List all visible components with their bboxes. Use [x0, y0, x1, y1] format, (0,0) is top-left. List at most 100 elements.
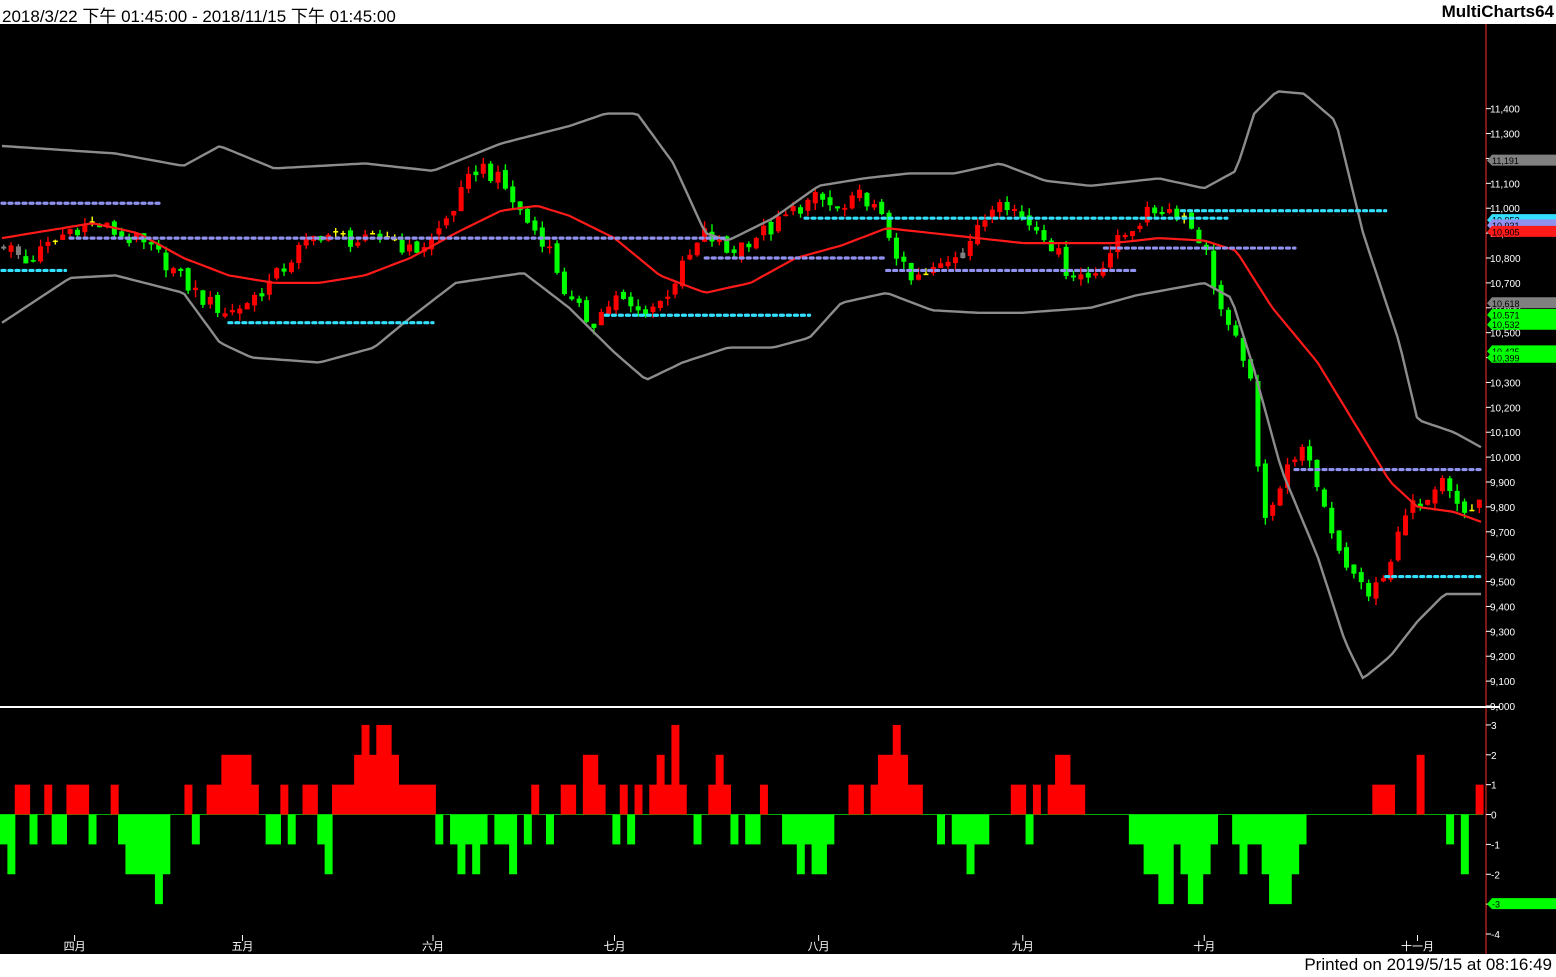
osc-bar — [1187, 814, 1196, 905]
candle-body — [510, 186, 516, 203]
candle-body — [466, 173, 472, 189]
osc-bar — [376, 724, 385, 815]
osc-bar — [959, 814, 968, 845]
osc-bar — [265, 814, 274, 845]
osc-bar — [715, 754, 724, 815]
osc-bar — [29, 814, 38, 845]
osc-bar — [855, 784, 864, 815]
osc-bar — [914, 784, 923, 815]
osc-bar — [450, 814, 459, 845]
candle-body — [576, 298, 582, 303]
osc-bar — [627, 814, 636, 845]
osc-bar — [531, 784, 540, 815]
osc-bar — [132, 814, 141, 875]
price-tick-label: 11,100 — [1490, 179, 1520, 190]
osc-bar — [88, 814, 97, 845]
candle-body — [1, 246, 7, 249]
osc-bar — [1291, 814, 1300, 875]
candle-body — [739, 242, 744, 257]
osc-bar — [1246, 814, 1255, 845]
candle-body — [443, 218, 449, 226]
candle-body — [1329, 507, 1335, 534]
osc-bar — [1387, 784, 1396, 815]
osc-bar — [272, 814, 281, 845]
osc-bar — [147, 814, 156, 875]
price-tick-label: 11,000 — [1490, 204, 1520, 215]
candle-body — [1174, 208, 1180, 218]
osc-bar — [110, 784, 119, 815]
candle-body — [495, 171, 501, 183]
osc-bar — [811, 814, 820, 875]
osc-tick-label: -2 — [1491, 870, 1500, 881]
osc-bar — [981, 814, 990, 845]
price-tick-label: 10,500 — [1490, 329, 1521, 340]
candle-body — [1071, 275, 1077, 278]
price-tick-label: 10,800 — [1490, 254, 1521, 265]
osc-bar — [1018, 784, 1027, 815]
candle-body — [1233, 325, 1239, 336]
osc-bar — [973, 814, 982, 845]
price-tick-label: 11,300 — [1490, 130, 1520, 141]
candle-body — [1152, 207, 1158, 214]
osc-bar — [634, 784, 643, 815]
osc-bar — [51, 814, 60, 845]
osc-bar — [900, 754, 909, 815]
candle-body — [38, 246, 44, 262]
candle-body — [45, 241, 51, 246]
osc-bar — [221, 754, 230, 815]
candle-body — [1137, 225, 1143, 229]
candle-body — [753, 238, 759, 249]
osc-bar — [907, 784, 916, 815]
candle-body — [473, 171, 479, 176]
osc-bar — [804, 814, 813, 845]
candle-body — [650, 306, 656, 313]
osc-bar — [243, 754, 252, 815]
osc-bar — [339, 784, 348, 815]
osc-tick-label: -4 — [1491, 930, 1500, 941]
osc-bar — [1202, 814, 1211, 875]
month-label: 五月 — [231, 941, 253, 953]
osc-bar — [287, 814, 296, 845]
candle-body — [185, 268, 191, 291]
candle-body — [1454, 490, 1460, 504]
osc-tick-label: 1 — [1491, 781, 1497, 792]
osc-bar — [649, 784, 658, 815]
osc-bar — [154, 814, 163, 905]
candle-body — [1403, 515, 1409, 536]
candle-body — [1292, 459, 1298, 463]
osc-bar — [1239, 814, 1248, 875]
candle-body — [746, 243, 752, 248]
candle-body — [399, 239, 405, 253]
candle-body — [200, 290, 206, 305]
osc-bar — [73, 784, 82, 815]
candle-body — [296, 244, 302, 264]
osc-bar — [309, 784, 318, 815]
candle-body — [879, 201, 885, 214]
candle-body — [731, 249, 737, 253]
osc-bar — [22, 784, 31, 815]
osc-bar — [885, 754, 894, 815]
candle-body — [886, 212, 892, 238]
osc-bar — [796, 814, 805, 875]
candle-body — [502, 170, 508, 189]
osc-bar — [1254, 814, 1263, 845]
candle-body — [119, 231, 125, 237]
candle-body — [960, 252, 966, 259]
osc-bar — [1055, 754, 1064, 815]
candle-body — [30, 260, 36, 262]
osc-bar — [1261, 814, 1270, 875]
candle-body — [15, 246, 21, 255]
candle-body — [1439, 478, 1445, 492]
candle-body — [857, 189, 863, 199]
candle-body — [1011, 208, 1017, 212]
osc-bar — [1276, 814, 1285, 905]
candle-body — [414, 241, 420, 253]
chart-area[interactable]: 9,000 9,100 9,200 9,300 9,400 9,500 9,600 9,700… — [0, 24, 1556, 954]
osc-bar — [7, 814, 16, 875]
month-label: 九月 — [1012, 940, 1034, 953]
osc-tag-label: -3 — [1492, 900, 1500, 910]
osc-bar — [877, 754, 886, 815]
osc-bar — [671, 724, 680, 815]
osc-bar — [1195, 814, 1204, 905]
candle-body — [1270, 504, 1276, 516]
